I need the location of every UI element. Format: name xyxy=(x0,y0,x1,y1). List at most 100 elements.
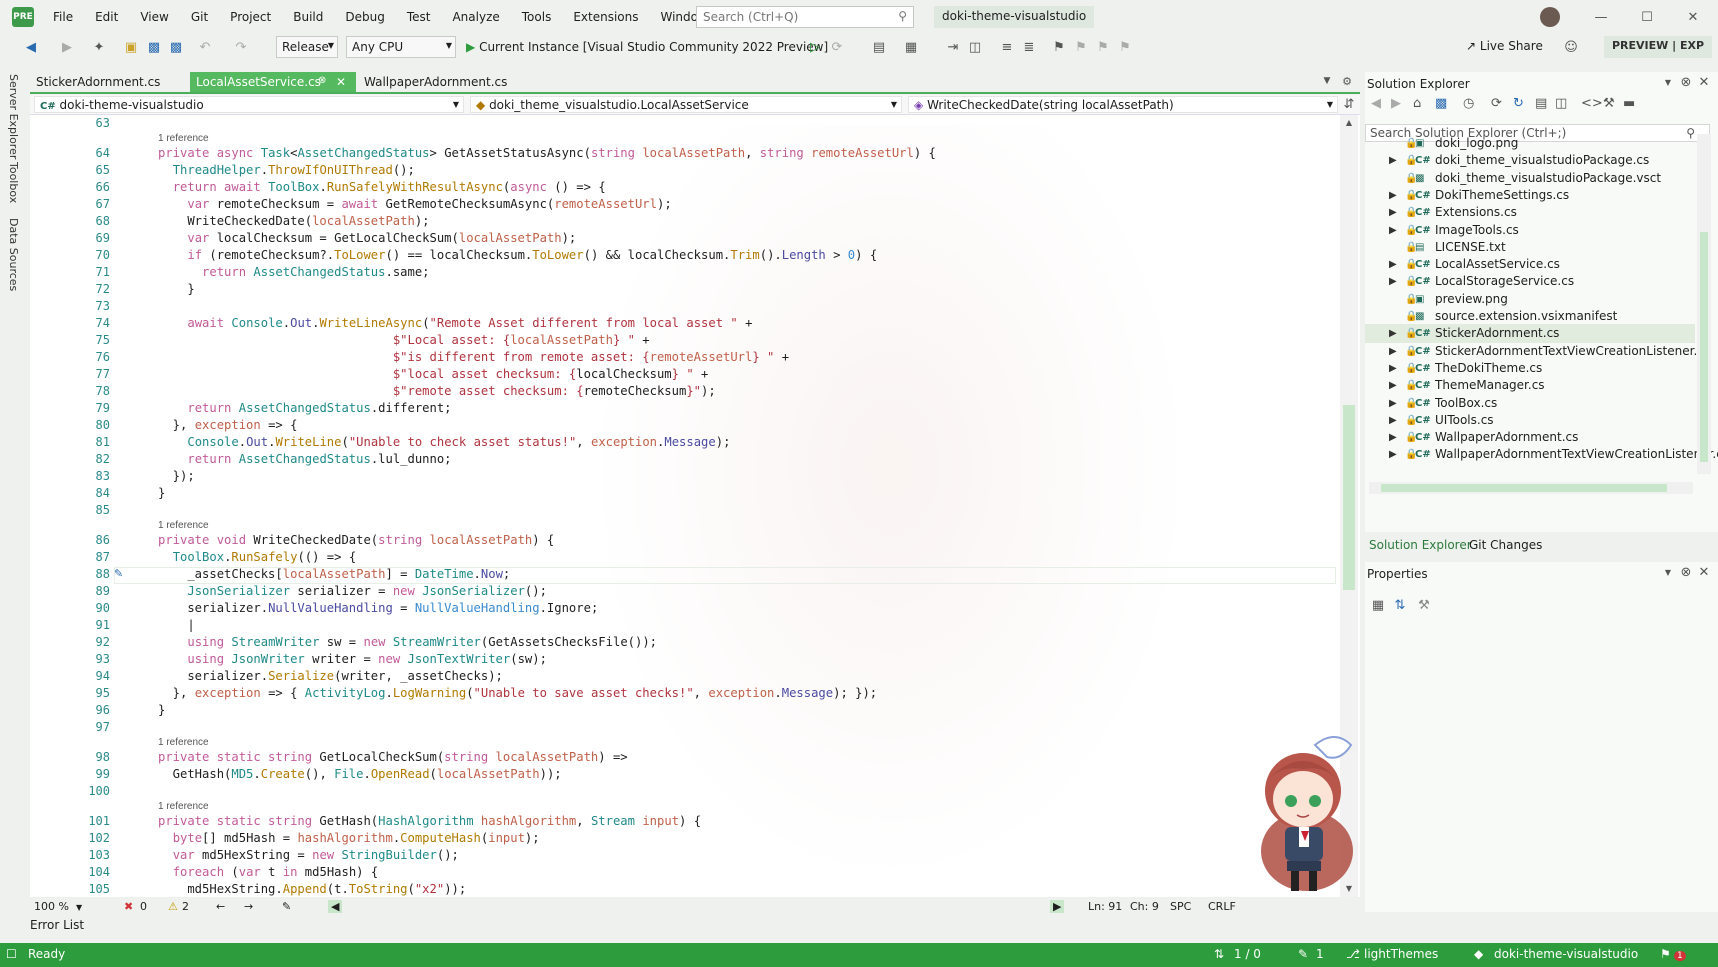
start-button[interactable]: ▶ Current Instance [Visual Studio Commun… xyxy=(466,38,828,56)
pin-icon[interactable]: ⊗ xyxy=(1679,75,1693,90)
bookmark-prev-icon[interactable]: ⚑ xyxy=(1072,38,1090,56)
code-line[interactable]: ThreadHelper.ThrowIfOnUIThread(); xyxy=(158,162,1320,179)
code-line[interactable] xyxy=(158,783,1320,800)
bookmark-icon[interactable]: ⚑ xyxy=(1050,38,1068,56)
expand-arrow-icon[interactable]: ▶ xyxy=(1389,186,1397,205)
back-icon[interactable]: ◀ xyxy=(22,38,40,56)
code-line[interactable]: using StreamWriter sw = new StreamWriter… xyxy=(158,634,1320,651)
save-all-icon[interactable]: ▩ xyxy=(167,38,185,56)
tab-local-asset-service[interactable]: LocalAssetService.cs ⊗ ✕ xyxy=(190,72,356,92)
open-folder-icon[interactable]: ▣ xyxy=(122,38,140,56)
tab-git-changes[interactable]: Git Changes xyxy=(1469,538,1542,552)
code-line[interactable]: await Console.Out.WriteLineAsync("Remote… xyxy=(158,315,1320,332)
tab-sticker-adornment[interactable]: StickerAdornment.cs xyxy=(30,72,188,92)
tree-scrollbar-thumb[interactable] xyxy=(1700,232,1708,462)
categorized-icon[interactable]: ▦ xyxy=(1369,596,1387,614)
bookmark-next-icon[interactable]: ⚑ xyxy=(1094,38,1112,56)
output-icon[interactable]: ☐ xyxy=(6,947,17,961)
layout-icon[interactable]: ▦ xyxy=(902,38,920,56)
scroll-up-icon[interactable]: ▲ xyxy=(1342,115,1356,129)
tree-item[interactable]: ▶ 🔒 C# LocalStorageService.cs xyxy=(1365,272,1695,291)
new-project-icon[interactable]: ✦ xyxy=(90,38,108,56)
tree-item[interactable]: ▶ 🔒 C# LocalAssetService.cs xyxy=(1365,255,1695,274)
pin-icon[interactable]: ⊗ xyxy=(318,75,326,86)
code-line[interactable]: }, exception => { ActivityLog.LogWarning… xyxy=(158,685,1320,702)
code-cleanup-icon[interactable]: ✎ xyxy=(282,900,291,913)
menu-item-git[interactable]: Git xyxy=(180,0,219,34)
scrollbar-thumb[interactable] xyxy=(1343,405,1355,590)
code-line[interactable]: WriteCheckedDate(localAssetPath); xyxy=(158,213,1320,230)
tree-item[interactable]: ▶ 🔒 C# ToolBox.cs xyxy=(1365,394,1695,413)
expand-arrow-icon[interactable]: ▶ xyxy=(1389,394,1397,413)
menu-item-view[interactable]: View xyxy=(129,0,179,34)
menu-item-extensions[interactable]: Extensions xyxy=(562,0,649,34)
error-list-tab[interactable]: Error List xyxy=(30,918,84,932)
collapse-all-icon[interactable]: ▤ xyxy=(1535,96,1547,111)
hot-reload-icon[interactable]: ⟳ xyxy=(828,38,846,56)
step-icon[interactable]: ⇥ xyxy=(944,38,962,56)
menu-item-project[interactable]: Project xyxy=(219,0,282,34)
column-indicator[interactable]: Ch: 9 xyxy=(1130,900,1159,913)
branch-icon[interactable]: ⎇ xyxy=(1346,947,1360,961)
expand-arrow-icon[interactable]: ▶ xyxy=(1389,324,1397,343)
sync-icon[interactable]: ⟳ xyxy=(1491,96,1502,111)
zoom-level[interactable]: 100 % xyxy=(34,900,69,913)
property-pages-icon[interactable]: ⚒ xyxy=(1415,596,1433,614)
toolbox-tab[interactable]: Toolbox xyxy=(7,162,20,203)
warning-count[interactable]: 2 xyxy=(182,900,189,913)
tree-item[interactable]: 🔒 ▩ doki_theme_visualstudioPackage.vsct xyxy=(1365,169,1695,188)
forward-icon[interactable]: ▶ xyxy=(1391,96,1401,111)
expand-arrow-icon[interactable]: ▶ xyxy=(1389,151,1397,170)
code-line[interactable]: return AssetChangedStatus.same; xyxy=(158,264,1320,281)
expand-arrow-icon[interactable]: ▶ xyxy=(1389,359,1397,378)
expand-arrow-icon[interactable]: ▶ xyxy=(1389,255,1397,274)
platform-dropdown[interactable]: Any CPU ▼ xyxy=(346,36,456,58)
code-line[interactable]: $"local asset checksum: {localChecksum} … xyxy=(158,366,1320,383)
code-line[interactable]: $"Local asset: {localAssetPath} " + xyxy=(158,332,1320,349)
code-line[interactable] xyxy=(158,298,1320,315)
bookmark-clear-icon[interactable]: ⚑ xyxy=(1116,38,1134,56)
configuration-dropdown[interactable]: Release ▼ xyxy=(276,36,338,58)
code-line[interactable]: } xyxy=(158,281,1320,298)
close-icon[interactable]: ✕ xyxy=(1697,75,1711,90)
tree-hscroll-thumb[interactable] xyxy=(1381,484,1667,492)
code-line[interactable]: private void WriteCheckedDate(string loc… xyxy=(158,532,1320,549)
close-tab-icon[interactable]: ✕ xyxy=(336,75,346,89)
tree-item[interactable]: 🔒 ▣ doki_logo.png xyxy=(1365,134,1695,153)
close-icon[interactable]: ✕ xyxy=(1697,565,1711,580)
menu-item-build[interactable]: Build xyxy=(282,0,334,34)
comment-icon[interactable]: ≡ xyxy=(998,38,1016,56)
tree-item[interactable]: ▶ 🔒 C# ImageTools.cs xyxy=(1365,221,1695,240)
tree-item[interactable]: ▶ 🔒 C# StickerAdornmentTextViewCreationList… xyxy=(1365,342,1710,361)
view-code-icon[interactable]: <> xyxy=(1581,96,1603,111)
properties-wrench-icon[interactable]: ⚒ xyxy=(1603,96,1615,111)
code-line[interactable]: private async Task<AssetChangedStatus> G… xyxy=(158,145,1320,162)
codelens-reference[interactable]: 1 reference xyxy=(158,132,1320,145)
code-line[interactable]: }, exception => { xyxy=(158,417,1320,434)
preview-badge[interactable]: PREVIEW | EXP xyxy=(1604,36,1713,58)
line-indicator[interactable]: Ln: 91 xyxy=(1088,900,1122,913)
live-share-button[interactable]: ↗ Live Share xyxy=(1466,39,1543,53)
pending-edits[interactable]: 1 xyxy=(1316,947,1324,961)
code-line[interactable]: private static string GetLocalCheckSum(s… xyxy=(158,749,1320,766)
expand-arrow-icon[interactable]: ▶ xyxy=(1389,428,1397,447)
warning-icon[interactable]: ⚠ xyxy=(168,900,178,913)
feedback-icon[interactable]: ☺ xyxy=(1562,38,1580,56)
search-input[interactable]: Search (Ctrl+Q) ⚲ xyxy=(696,6,914,28)
expand-arrow-icon[interactable]: ▶ xyxy=(1389,272,1397,291)
code-line[interactable] xyxy=(158,719,1320,736)
server-explorer-tab[interactable]: Server Explorer xyxy=(7,74,20,159)
previous-issue-icon[interactable]: ← xyxy=(216,900,225,913)
code-line[interactable]: } xyxy=(158,702,1320,719)
undo-icon[interactable]: ↶ xyxy=(196,38,214,56)
code-line[interactable]: | xyxy=(158,617,1320,634)
sync-icon[interactable]: ⇅ xyxy=(1214,947,1224,961)
branch-name[interactable]: lightThemes xyxy=(1364,947,1438,961)
navigate-icon[interactable]: ◫ xyxy=(966,38,984,56)
menu-item-debug[interactable]: Debug xyxy=(334,0,395,34)
code-line[interactable]: private static string GetHash(HashAlgori… xyxy=(158,813,1320,830)
codelens-reference[interactable]: 1 reference xyxy=(158,736,1320,749)
scroll-left-icon[interactable]: ◀ xyxy=(328,900,343,913)
refresh-icon[interactable]: ↻ xyxy=(1513,96,1524,111)
preview-selected-icon[interactable]: ▬ xyxy=(1623,96,1635,111)
